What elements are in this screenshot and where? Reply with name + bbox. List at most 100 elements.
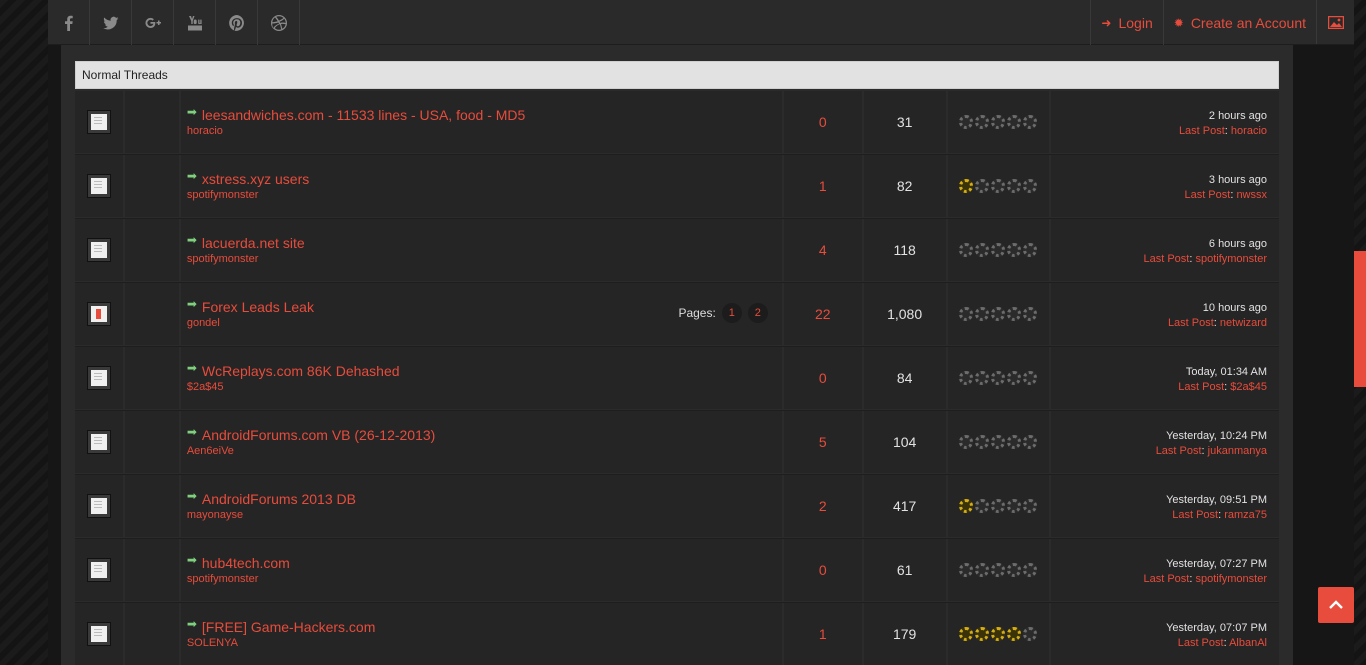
rating-star-icon[interactable] xyxy=(975,307,990,321)
thread-title-link[interactable]: leesandwiches.com - 11533 lines - USA, f… xyxy=(202,107,525,123)
rating-star-icon[interactable] xyxy=(975,243,990,257)
rating-star-icon[interactable] xyxy=(975,435,990,449)
rating-star-icon[interactable] xyxy=(1023,115,1038,129)
rating-star-icon[interactable] xyxy=(991,627,1006,641)
last-post-link[interactable]: Last Post xyxy=(1143,573,1189,585)
rating-star-icon[interactable] xyxy=(1023,179,1038,193)
rating-star-icon[interactable] xyxy=(1007,115,1022,129)
rating-star-icon[interactable] xyxy=(959,307,974,321)
last-post-link[interactable]: Last Post xyxy=(1178,637,1224,649)
last-post-user-link[interactable]: nwssx xyxy=(1236,189,1267,201)
rating-star-icon[interactable] xyxy=(959,179,974,193)
thread-author-link[interactable]: $2a$45 xyxy=(187,381,782,393)
twitter-icon[interactable] xyxy=(90,0,132,45)
last-post-user-link[interactable]: netwizard xyxy=(1220,317,1267,329)
thread-replies[interactable]: 22 xyxy=(783,283,862,345)
rating-star-icon[interactable] xyxy=(991,499,1006,513)
thread-replies[interactable]: 1 xyxy=(783,603,862,665)
rating-star-icon[interactable] xyxy=(1023,371,1038,385)
thread-replies[interactable]: 0 xyxy=(783,539,862,601)
thread-title-link[interactable]: lacuerda.net site xyxy=(202,235,305,251)
page-link[interactable]: 2 xyxy=(747,303,768,323)
rating-star-icon[interactable] xyxy=(991,243,1006,257)
thread-title-link[interactable]: AndroidForums.com VB (26-12-2013) xyxy=(202,427,435,443)
thread-author-link[interactable]: Aen6eiVe xyxy=(187,445,782,457)
thread-title-link[interactable]: AndroidForums 2013 DB xyxy=(202,491,356,507)
thread-replies[interactable]: 0 xyxy=(783,91,862,153)
thread-title-link[interactable]: WcReplays.com 86K Dehashed xyxy=(202,363,400,379)
rating-star-icon[interactable] xyxy=(991,435,1006,449)
thread-author-link[interactable]: SOLENYA xyxy=(187,637,782,649)
thread-replies[interactable]: 0 xyxy=(783,347,862,409)
create-account-link[interactable]: ✹ Create an Account xyxy=(1162,0,1316,45)
rating-star-icon[interactable] xyxy=(975,371,990,385)
rating-star-icon[interactable] xyxy=(991,115,1006,129)
last-post-link[interactable]: Last Post xyxy=(1178,381,1224,393)
rating-star-icon[interactable] xyxy=(975,179,990,193)
thread-author-link[interactable]: horacio xyxy=(187,125,782,137)
thread-title-link[interactable]: Forex Leads Leak xyxy=(202,299,314,315)
last-post-link[interactable]: Last Post xyxy=(1179,125,1225,137)
rating-star-icon[interactable] xyxy=(1007,179,1022,193)
last-post-user-link[interactable]: AlbanAl xyxy=(1229,637,1267,649)
page-link[interactable]: 1 xyxy=(721,303,742,323)
facebook-icon[interactable] xyxy=(48,0,90,45)
last-post-user-link[interactable]: ramza75 xyxy=(1224,509,1267,521)
rating-star-icon[interactable] xyxy=(975,627,990,641)
last-post-link[interactable]: Last Post xyxy=(1172,509,1218,521)
thread-author-link[interactable]: spotifymonster xyxy=(187,573,782,585)
thread-title-link[interactable]: [FREE] Game-Hackers.com xyxy=(202,619,375,635)
rating-star-icon[interactable] xyxy=(991,563,1006,577)
last-post-user-link[interactable]: jukanmanya xyxy=(1208,445,1267,457)
last-post-link[interactable]: Last Post xyxy=(1143,253,1189,265)
rating-star-icon[interactable] xyxy=(959,499,974,513)
rating-star-icon[interactable] xyxy=(959,371,974,385)
rating-star-icon[interactable] xyxy=(991,371,1006,385)
pinterest-icon[interactable] xyxy=(216,0,258,45)
rating-star-icon[interactable] xyxy=(1007,243,1022,257)
rating-star-icon[interactable] xyxy=(1007,307,1022,321)
rating-star-icon[interactable] xyxy=(1023,307,1038,321)
thread-title-link[interactable]: hub4tech.com xyxy=(202,555,290,571)
rating-star-icon[interactable] xyxy=(1023,499,1038,513)
rating-star-icon[interactable] xyxy=(991,307,1006,321)
rating-star-icon[interactable] xyxy=(1023,243,1038,257)
rating-star-icon[interactable] xyxy=(959,115,974,129)
thread-replies[interactable]: 4 xyxy=(783,219,862,281)
last-post-user-link[interactable]: spotifymonster xyxy=(1195,253,1267,265)
thread-author-link[interactable]: spotifymonster xyxy=(187,253,782,265)
rating-star-icon[interactable] xyxy=(1007,627,1022,641)
thread-author-link[interactable]: spotifymonster xyxy=(187,189,782,201)
last-post-link[interactable]: Last Post xyxy=(1168,317,1214,329)
rating-star-icon[interactable] xyxy=(1007,499,1022,513)
side-scroll-accent[interactable] xyxy=(1354,251,1366,387)
rating-star-icon[interactable] xyxy=(991,179,1006,193)
dribbble-icon[interactable] xyxy=(258,0,300,45)
last-post-link[interactable]: Last Post xyxy=(1156,445,1202,457)
rating-star-icon[interactable] xyxy=(975,499,990,513)
thread-author-link[interactable]: mayonayse xyxy=(187,509,782,521)
rating-star-icon[interactable] xyxy=(1007,563,1022,577)
last-post-user-link[interactable]: $2a$45 xyxy=(1230,381,1267,393)
last-post-user-link[interactable]: horacio xyxy=(1231,125,1267,137)
rating-star-icon[interactable] xyxy=(1023,563,1038,577)
image-icon[interactable] xyxy=(1316,0,1354,44)
rating-star-icon[interactable] xyxy=(1023,435,1038,449)
last-post-link[interactable]: Last Post xyxy=(1184,189,1230,201)
rating-star-icon[interactable] xyxy=(959,435,974,449)
last-post-user-link[interactable]: spotifymonster xyxy=(1195,573,1267,585)
rating-star-icon[interactable] xyxy=(1007,371,1022,385)
login-link[interactable]: ➜ Login xyxy=(1090,0,1162,45)
rating-star-icon[interactable] xyxy=(975,563,990,577)
rating-star-icon[interactable] xyxy=(1023,627,1038,641)
rating-star-icon[interactable] xyxy=(959,627,974,641)
rating-star-icon[interactable] xyxy=(959,243,974,257)
rating-star-icon[interactable] xyxy=(975,115,990,129)
thread-replies[interactable]: 5 xyxy=(783,411,862,473)
thread-replies[interactable]: 1 xyxy=(783,155,862,217)
google-plus-icon[interactable] xyxy=(132,0,174,45)
thread-title-link[interactable]: xstress.xyz users xyxy=(202,171,309,187)
scroll-to-top-button[interactable] xyxy=(1318,587,1354,623)
rating-star-icon[interactable] xyxy=(1007,435,1022,449)
thread-replies[interactable]: 2 xyxy=(783,475,862,537)
